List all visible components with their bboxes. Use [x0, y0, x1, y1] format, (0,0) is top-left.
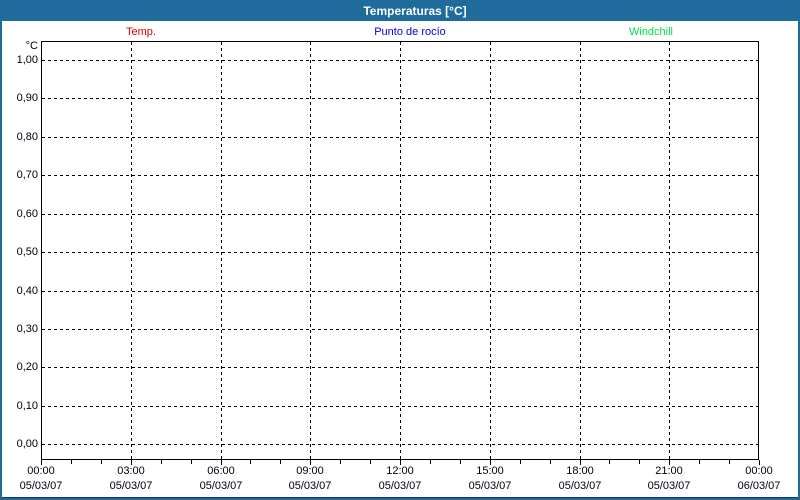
- app-window: Temperaturas [°C] Temp. Punto de rocío W…: [0, 0, 800, 500]
- chart-plot-area: [41, 41, 760, 465]
- x-tick-time-label: 15:00: [476, 465, 504, 477]
- y-tick-label: 0,50: [16, 245, 38, 258]
- x-tick-time-label: 09:00: [296, 465, 324, 477]
- y-tick-label: 0,20: [16, 360, 38, 373]
- x-tick-time-label: 18:00: [566, 465, 594, 477]
- x-tick-time-label: 06:00: [207, 465, 235, 477]
- y-tick-label: 0,90: [16, 91, 38, 104]
- x-tick-date-label: 06/03/07: [737, 480, 781, 492]
- y-tick-label: 1,00: [16, 53, 38, 66]
- y-tick-label: 0,40: [16, 284, 38, 297]
- y-tick-label: 0,30: [16, 322, 38, 335]
- y-tick-label: 0,10: [16, 399, 38, 412]
- x-tick-date-label: 05/03/07: [288, 480, 332, 492]
- x-tick-date-label: 05/03/07: [199, 480, 243, 492]
- x-tick-date-label: 05/03/07: [558, 480, 602, 492]
- x-tick-time-label: 03:00: [117, 465, 145, 477]
- y-tick-label: 0,60: [16, 207, 38, 220]
- x-tick-time-label: 21:00: [655, 465, 683, 477]
- x-tick-date-label: 05/03/07: [647, 480, 691, 492]
- x-tick-date-label: 05/03/07: [378, 480, 422, 492]
- y-tick-label: 0,80: [16, 130, 38, 143]
- x-tick-date-label: 05/03/07: [109, 480, 153, 492]
- x-tick-date-label: 05/03/07: [19, 480, 63, 492]
- y-tick-label: 0,70: [16, 168, 38, 181]
- x-tick-time-label: 12:00: [386, 465, 414, 477]
- x-tick-time-label: 00:00: [27, 465, 55, 477]
- y-tick-label: 0,00: [16, 437, 38, 450]
- x-tick-date-label: 05/03/07: [468, 480, 512, 492]
- x-tick-time-label: 00:00: [745, 465, 773, 477]
